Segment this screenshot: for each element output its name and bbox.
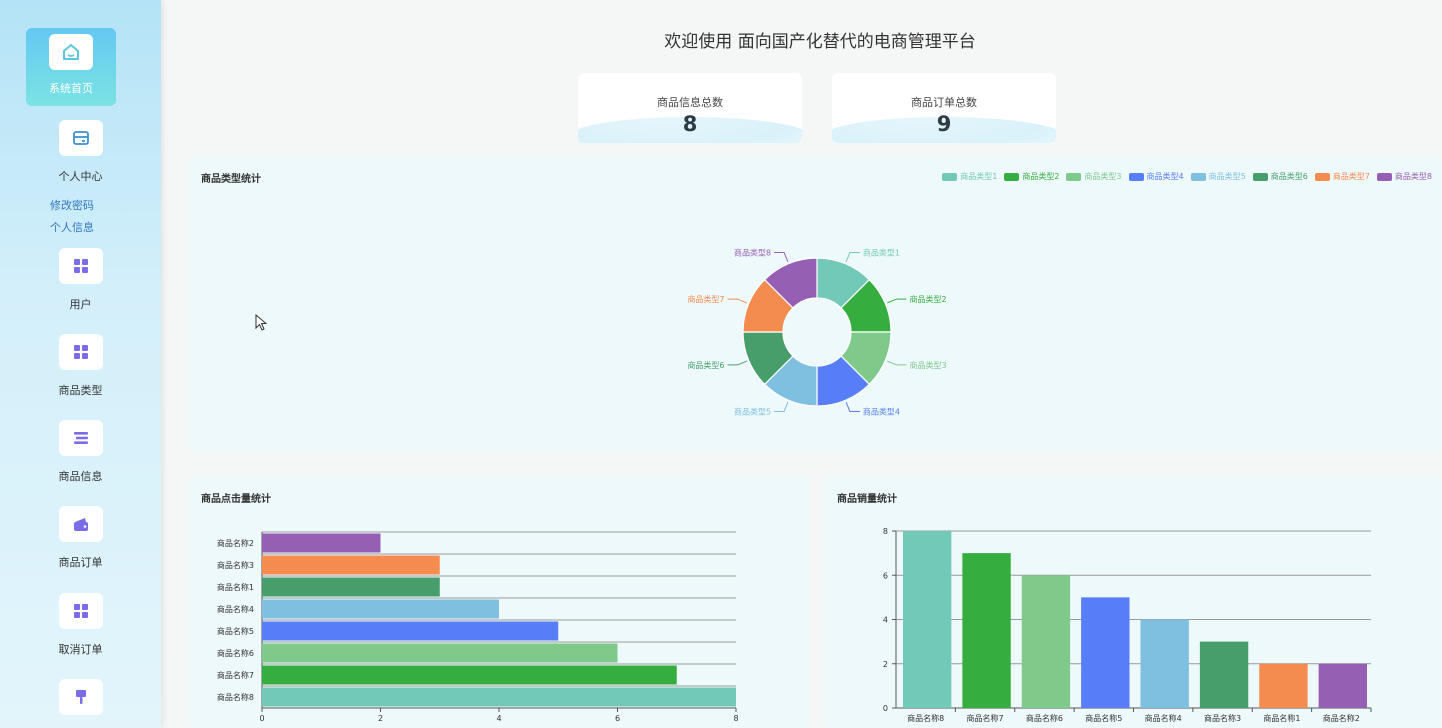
x-tick-label: 8 bbox=[733, 714, 738, 723]
bar[interactable] bbox=[262, 555, 440, 575]
x-tick-label: 商品名称2 bbox=[1323, 713, 1360, 723]
bar[interactable] bbox=[262, 687, 736, 707]
pie-label-line bbox=[774, 252, 789, 262]
stat-card-order-total: 商品订单总数 9 bbox=[832, 73, 1056, 143]
wallet-icon bbox=[58, 120, 103, 156]
bar[interactable] bbox=[903, 531, 952, 708]
pie-label: 商品类型5 bbox=[734, 406, 771, 416]
y-tick-label: 商品名称4 bbox=[217, 604, 254, 614]
sidebar-item-label: 商品订单 bbox=[58, 556, 103, 569]
sidebar-item-profile[interactable]: 个人中心 bbox=[0, 120, 161, 184]
y-tick-label: 4 bbox=[883, 616, 888, 625]
bar[interactable] bbox=[1081, 597, 1130, 708]
y-tick-label: 商品名称8 bbox=[217, 692, 254, 702]
product-sales-bar-chart: 0 2 4 6 8 商品名称8 商品名称7 商品名称6 商品名称5 商品名称4 商品名称3 商品名称1… bbox=[883, 527, 1372, 723]
sidebar: 系统首页 个人中心 修改密码 个人信息 用户 商品类型 商品信息 商品订单 取消… bbox=[0, 0, 161, 728]
sidebar-item-label: 个人中心 bbox=[58, 170, 103, 183]
sidebar-item-users[interactable]: 用户 bbox=[0, 248, 161, 312]
x-tick-label: 2 bbox=[378, 714, 383, 723]
sidebar-item-label: 商品类型 bbox=[58, 384, 103, 397]
grid-icon bbox=[58, 334, 103, 370]
bar[interactable] bbox=[262, 665, 677, 685]
x-tick-label: 商品名称1 bbox=[1263, 713, 1300, 723]
y-tick-label: 商品名称7 bbox=[217, 670, 254, 680]
x-tick-label: 商品名称4 bbox=[1145, 713, 1182, 723]
product-type-chart-panel: 商品类型统计 商品类型1 商品类型2 商品类型3 商品类型4 商品类型5 商品类型6 商品类… bbox=[189, 156, 1442, 452]
grid-icon bbox=[58, 593, 103, 629]
stat-label: 商品订单总数 bbox=[911, 96, 977, 109]
sidebar-item-product-info[interactable]: 商品信息 bbox=[0, 420, 161, 484]
x-tick-label: 0 bbox=[259, 714, 264, 723]
pie-label: 商品类型8 bbox=[734, 248, 771, 258]
sidebar-item-label: 系统首页 bbox=[49, 82, 93, 95]
bar[interactable] bbox=[1318, 663, 1367, 708]
pie-label: 商品类型4 bbox=[863, 406, 900, 416]
sidebar-item-label: 商品信息 bbox=[58, 470, 103, 483]
product-clicks-bar-chart: 商品名称2 商品名称3 商品名称1 商品名称4 商品名称5 商品名称6 商品名称7 商品名称8… bbox=[217, 531, 739, 723]
bar[interactable] bbox=[1021, 575, 1071, 708]
bar[interactable] bbox=[262, 577, 440, 597]
pie-label: 商品类型2 bbox=[909, 294, 946, 304]
pie-label-line bbox=[887, 360, 907, 366]
sidebar-item-cancel-orders[interactable]: 取消订单 bbox=[0, 593, 161, 657]
x-tick-label: 商品名称5 bbox=[1085, 713, 1122, 723]
list-icon bbox=[58, 420, 103, 456]
y-tick-label: 商品名称6 bbox=[217, 648, 254, 658]
bar[interactable] bbox=[262, 533, 381, 553]
pie-label: 商品类型1 bbox=[863, 248, 900, 258]
product-sales-chart-panel: 商品销量统计 0 2 4 6 8 商品名称8 商品名称7 商品名称6 商品名称5 商品名称4 商品名… bbox=[825, 476, 1442, 728]
pie-label-line bbox=[727, 360, 747, 366]
sidebar-item-label: 用户 bbox=[69, 298, 92, 311]
sidebar-item-home[interactable]: 系统首页 bbox=[26, 28, 116, 106]
y-tick-label: 0 bbox=[883, 704, 888, 713]
bar[interactable] bbox=[1140, 619, 1189, 709]
product-type-pie-chart: 商品类型1 商品类型2 商品类型3 商品类型4 商品类型5 商品类型6 商品类型7 商品类型8 bbox=[687, 248, 946, 417]
pie-label-line bbox=[774, 402, 789, 412]
brush-icon bbox=[58, 679, 103, 715]
bar[interactable] bbox=[1199, 641, 1249, 708]
y-tick-label: 商品名称2 bbox=[217, 538, 254, 548]
x-tick-label: 6 bbox=[615, 714, 620, 723]
stat-card-product-total: 商品信息总数 8 bbox=[578, 73, 802, 143]
bar[interactable] bbox=[262, 643, 618, 663]
grid-icon bbox=[58, 248, 103, 284]
purse-icon bbox=[58, 506, 103, 542]
stat-value: 9 bbox=[936, 112, 952, 136]
pie-label-line bbox=[727, 298, 747, 304]
home-icon bbox=[49, 34, 93, 70]
x-tick-label: 商品名称3 bbox=[1204, 713, 1241, 723]
y-tick-label: 商品名称1 bbox=[217, 582, 254, 592]
bar[interactable] bbox=[262, 599, 499, 619]
pie-label: 商品类型6 bbox=[687, 360, 724, 370]
sidebar-subitem-change-password[interactable]: 修改密码 bbox=[50, 197, 94, 213]
bar[interactable] bbox=[262, 621, 559, 641]
product-clicks-chart-panel: 商品点击量统计 商品名称2 商品名称3 商品名称1 商品名称4 商品名称5 商品名称6 商品… bbox=[189, 476, 809, 728]
y-tick-label: 商品名称5 bbox=[217, 626, 254, 636]
bar[interactable] bbox=[1259, 663, 1308, 708]
x-tick-label: 商品名称6 bbox=[1026, 713, 1063, 723]
sidebar-item-label: 取消订单 bbox=[58, 643, 103, 656]
pie-label: 商品类型3 bbox=[909, 360, 946, 370]
x-tick-label: 商品名称8 bbox=[907, 713, 944, 723]
stat-label: 商品信息总数 bbox=[657, 96, 723, 109]
pie-label-line bbox=[845, 402, 860, 412]
pie-label-line bbox=[887, 298, 907, 304]
mouse-cursor-icon bbox=[255, 314, 267, 331]
sidebar-item-more[interactable] bbox=[0, 679, 161, 715]
sidebar-subitem-personal-info[interactable]: 个人信息 bbox=[50, 219, 94, 235]
page-title: 欢迎使用 面向国产化替代的电商管理平台 bbox=[664, 32, 976, 52]
y-tick-label: 2 bbox=[883, 660, 888, 669]
x-tick-label: 商品名称7 bbox=[967, 713, 1004, 723]
sidebar-item-product-types[interactable]: 商品类型 bbox=[0, 334, 161, 398]
x-tick-label: 4 bbox=[496, 714, 501, 723]
stat-value: 8 bbox=[682, 112, 698, 136]
y-tick-label: 6 bbox=[883, 571, 888, 580]
bar[interactable] bbox=[962, 553, 1011, 708]
pie-label: 商品类型7 bbox=[687, 294, 724, 304]
pie-label-line bbox=[845, 252, 860, 262]
sidebar-item-product-orders[interactable]: 商品订单 bbox=[0, 506, 161, 570]
y-tick-label: 8 bbox=[883, 527, 888, 536]
y-tick-label: 商品名称3 bbox=[217, 560, 254, 570]
